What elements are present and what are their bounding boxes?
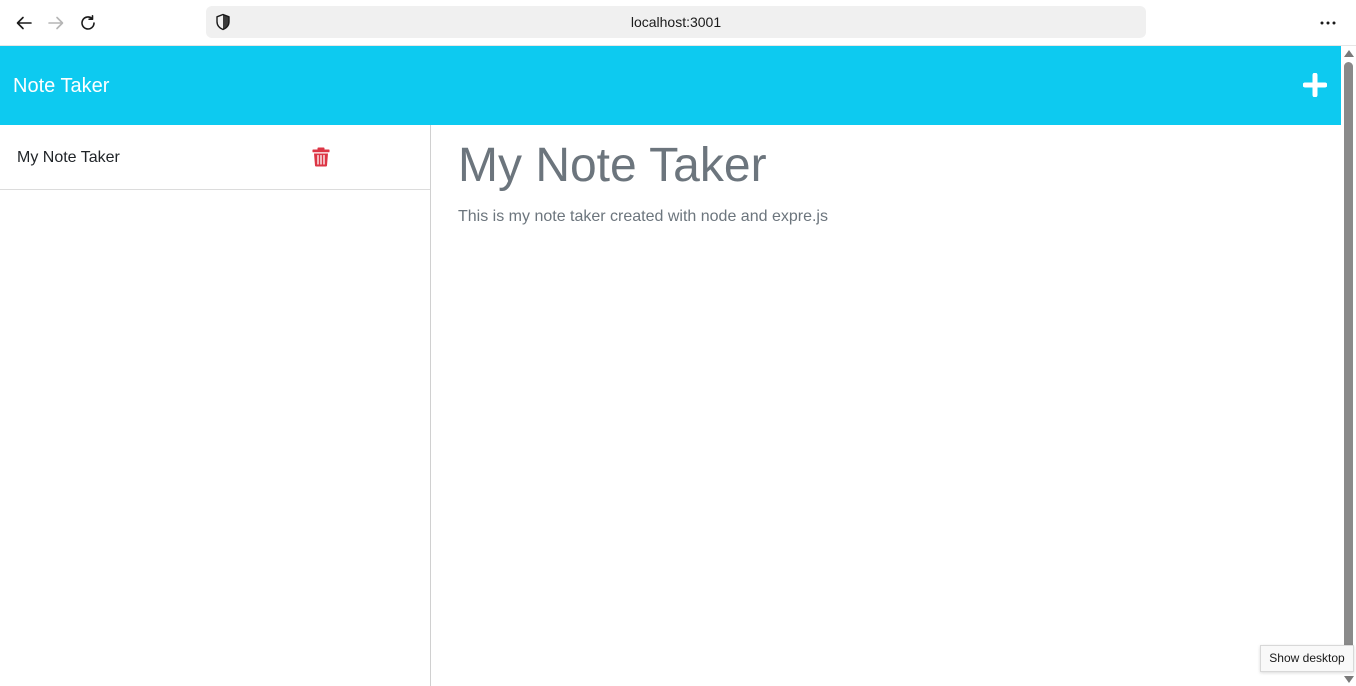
reload-button[interactable] bbox=[75, 10, 101, 36]
trash-icon[interactable] bbox=[312, 147, 330, 167]
scroll-up-arrow-icon[interactable] bbox=[1344, 50, 1354, 57]
back-button[interactable] bbox=[11, 10, 37, 36]
show-desktop-tooltip: Show desktop bbox=[1260, 645, 1354, 672]
more-horizontal-icon bbox=[1320, 21, 1336, 25]
plus-icon bbox=[1302, 72, 1328, 98]
address-bar[interactable]: localhost:3001 bbox=[206, 6, 1146, 38]
scrollbar[interactable] bbox=[1341, 46, 1356, 686]
note-list-item-title: My Note Taker bbox=[17, 149, 120, 166]
browser-toolbar: localhost:3001 bbox=[0, 0, 1356, 46]
app-title: Note Taker bbox=[13, 75, 110, 97]
browser-menu-button[interactable] bbox=[1314, 10, 1342, 36]
note-textarea[interactable]: This is my note taker created with node … bbox=[458, 206, 1318, 228]
forward-button[interactable] bbox=[43, 10, 69, 36]
list-item[interactable]: My Note Taker bbox=[0, 125, 430, 190]
arrow-left-icon bbox=[16, 16, 32, 30]
note-list: My Note Taker bbox=[0, 125, 431, 686]
scroll-down-arrow-icon[interactable] bbox=[1344, 676, 1354, 683]
url-text: localhost:3001 bbox=[630, 14, 722, 30]
app-header: Note Taker bbox=[0, 46, 1341, 125]
new-note-button[interactable] bbox=[1302, 72, 1328, 98]
scrollbar-thumb[interactable] bbox=[1344, 62, 1353, 672]
arrow-right-icon bbox=[48, 16, 64, 30]
note-title[interactable]: My Note Taker bbox=[458, 138, 1318, 194]
reload-icon bbox=[81, 15, 95, 30]
